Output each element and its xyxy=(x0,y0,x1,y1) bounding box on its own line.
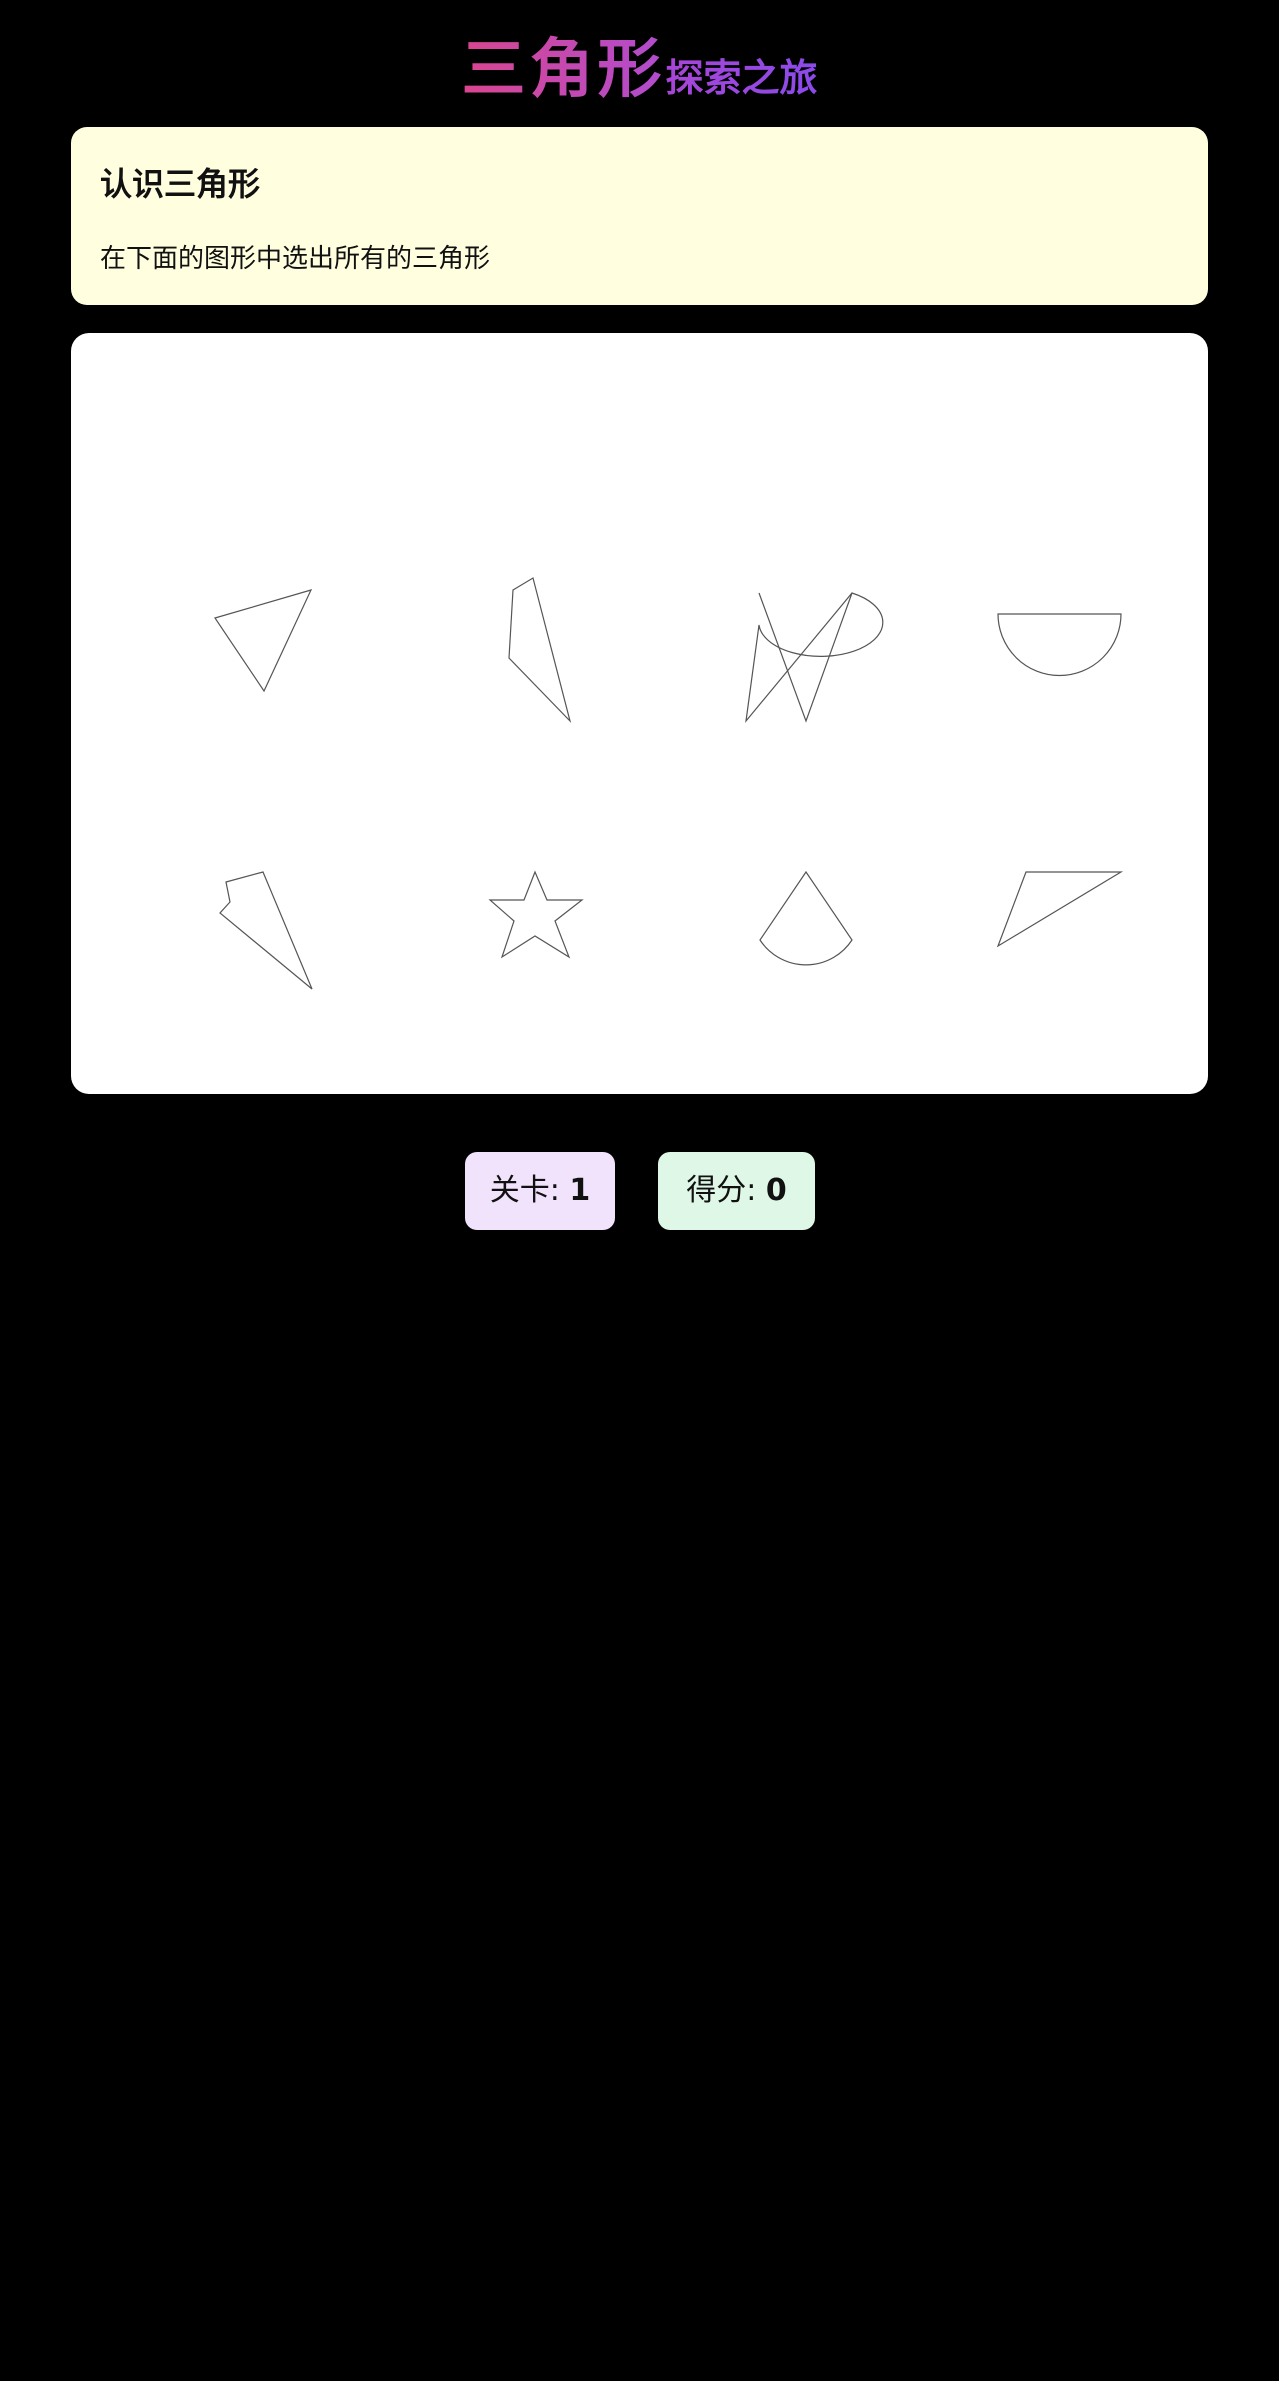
score-value: 0 xyxy=(765,1173,787,1208)
level-label: 关卡: xyxy=(489,1173,560,1208)
shape-5[interactable] xyxy=(219,871,313,990)
shape-8[interactable] xyxy=(996,871,1124,948)
shape-2[interactable] xyxy=(508,577,572,724)
task-card: 认识三角形 在下面的图形中选出所有的三角形 xyxy=(71,127,1208,305)
task-description: 在下面的图形中选出所有的三角形 xyxy=(100,244,491,274)
level-value: 1 xyxy=(569,1173,591,1208)
page-title: 三角形探索之旅 xyxy=(0,18,1279,110)
shape-6[interactable] xyxy=(488,870,584,959)
shape-board xyxy=(71,333,1208,1094)
title-main: 三角形 xyxy=(461,33,666,107)
shape-board-canvas xyxy=(214,577,1124,990)
score-badge: 得分: 0 xyxy=(658,1152,815,1230)
shape-1[interactable] xyxy=(214,589,313,693)
score-label: 得分: xyxy=(686,1173,757,1208)
level-badge: 关卡: 1 xyxy=(465,1152,615,1230)
title-sub: 探索之旅 xyxy=(665,56,818,100)
task-title: 认识三角形 xyxy=(100,165,261,203)
shape-7[interactable] xyxy=(759,870,853,966)
shape-3-outline xyxy=(758,592,853,723)
shape-4[interactable] xyxy=(997,613,1122,677)
game-page: 三角形探索之旅 认识三角形 在下面的图形中选出所有的三角形 关卡: 1 得分: … xyxy=(0,0,1279,2381)
